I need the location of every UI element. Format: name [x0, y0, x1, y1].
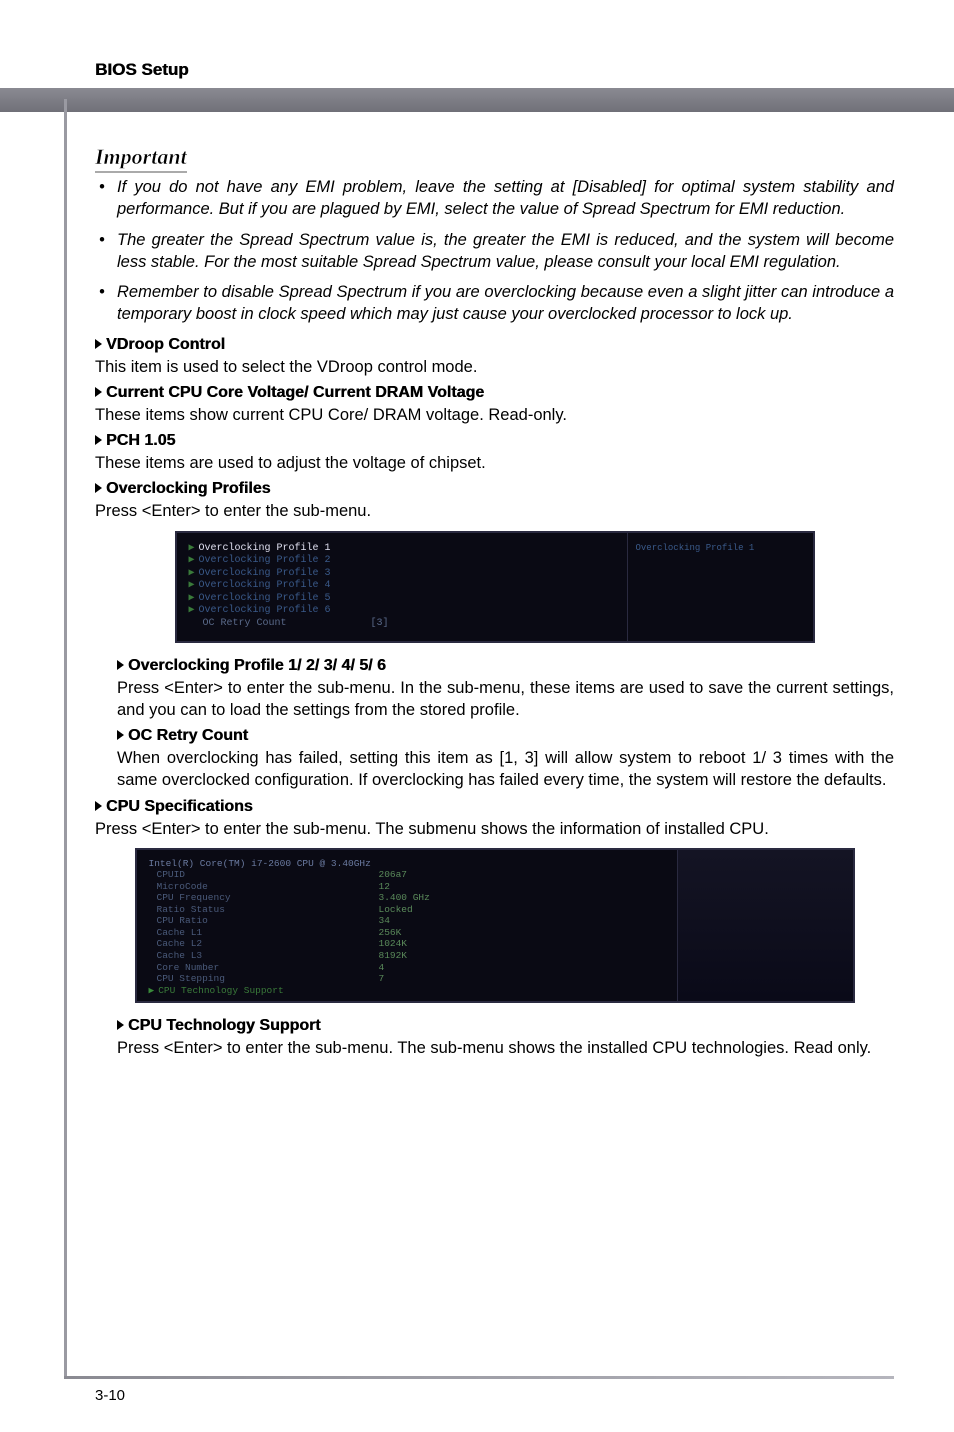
- triangle-icon: ▶: [189, 555, 195, 566]
- important-bullet: Remember to disable Spread Spectrum if y…: [95, 281, 894, 326]
- arrow-icon: [117, 660, 124, 670]
- bios-row-retry: OC Retry Count [3]: [189, 618, 389, 631]
- header-bar: [0, 88, 954, 112]
- section-heading-vdroop: VDroop Control: [95, 336, 894, 354]
- section-heading-voltage: Current CPU Core Voltage/ Current DRAM V…: [95, 384, 894, 402]
- section-heading-pch: PCH 1.05: [95, 432, 894, 450]
- bios-cpu-title: Intel(R) Core(TM) i7-2600 CPU @ 3.40GHz: [149, 858, 665, 869]
- section-desc: Press <Enter> to enter the sub-menu. The…: [117, 1037, 894, 1059]
- bios-row: ▶Overclocking Profile 3: [189, 568, 615, 581]
- bios-row: ▶Overclocking Profile 6: [189, 605, 615, 618]
- triangle-icon: ▶: [189, 543, 195, 554]
- bios-row: ▶Overclocking Profile 5: [189, 593, 615, 606]
- section-heading-cpu-tech: CPU Technology Support: [117, 1017, 894, 1035]
- bios-row-tech-support: ▶CPU Technology Support: [149, 985, 665, 996]
- section-desc: These items show current CPU Core/ DRAM …: [95, 404, 894, 426]
- arrow-icon: [95, 801, 102, 811]
- important-heading: Important: [95, 144, 187, 170]
- section-heading-oc-profile-n: Overclocking Profile 1/ 2/ 3/ 4/ 5/ 6: [117, 657, 894, 675]
- arrow-icon: [117, 730, 124, 740]
- important-bullet: If you do not have any EMI problem, leav…: [95, 176, 894, 221]
- section-desc: This item is used to select the VDroop c…: [95, 356, 894, 378]
- arrow-icon: [117, 1020, 124, 1030]
- section-heading-oc-profiles: Overclocking Profiles: [95, 480, 894, 498]
- triangle-icon: ▶: [149, 985, 155, 996]
- page-number: 3-10: [95, 1387, 125, 1404]
- section-desc: These items are used to adjust the volta…: [95, 452, 894, 474]
- bios-screenshot-cpu-spec: Intel(R) Core(TM) i7-2600 CPU @ 3.40GHz …: [135, 848, 855, 1003]
- section-desc: Press <Enter> to enter the sub-menu. In …: [117, 677, 894, 722]
- page-header-title: BIOS Setup: [60, 60, 894, 80]
- bios-help-text: Overclocking Profile 1: [636, 543, 805, 553]
- section-desc: Press <Enter> to enter the sub-menu.: [95, 500, 894, 522]
- triangle-icon: ▶: [189, 580, 195, 591]
- arrow-icon: [95, 483, 102, 493]
- triangle-icon: ▶: [189, 605, 195, 616]
- bios-data-row: CPU Frequency3.400 GHz: [149, 892, 665, 904]
- bios-data-row: Cache L1256K: [149, 927, 665, 939]
- bios-screenshot-oc-profiles: ▶Overclocking Profile 1 ▶Overclocking Pr…: [175, 531, 815, 643]
- bios-help-panel: [678, 850, 853, 1001]
- arrow-icon: [95, 387, 102, 397]
- section-heading-oc-retry: OC Retry Count: [117, 727, 894, 745]
- arrow-icon: [95, 339, 102, 349]
- arrow-icon: [95, 435, 102, 445]
- important-bullet: The greater the Spread Spectrum value is…: [95, 229, 894, 274]
- bios-row: ▶Overclocking Profile 2: [189, 555, 615, 568]
- bios-data-row: MicroCode12: [149, 881, 665, 893]
- section-heading-cpu-spec: CPU Specifications: [95, 798, 894, 816]
- left-rule: [64, 99, 67, 1379]
- bios-data-row: CPUID206a7: [149, 869, 665, 881]
- bios-data-row: Cache L38192K: [149, 950, 665, 962]
- bios-row: ▶Overclocking Profile 1: [189, 543, 615, 556]
- bios-data-row: CPU Ratio34: [149, 915, 665, 927]
- important-list: If you do not have any EMI problem, leav…: [95, 176, 894, 326]
- section-desc: When overclocking has failed, setting th…: [117, 747, 894, 792]
- bios-row: ▶Overclocking Profile 4: [189, 580, 615, 593]
- triangle-icon: ▶: [189, 593, 195, 604]
- footer-rule: [64, 1376, 894, 1379]
- bios-data-row: Cache L21024K: [149, 938, 665, 950]
- triangle-icon: ▶: [189, 568, 195, 579]
- bios-data-row: Ratio StatusLocked: [149, 904, 665, 916]
- bios-data-row: CPU Stepping7: [149, 973, 665, 985]
- section-desc: Press <Enter> to enter the sub-menu. The…: [95, 818, 894, 840]
- bios-data-row: Core Number4: [149, 962, 665, 974]
